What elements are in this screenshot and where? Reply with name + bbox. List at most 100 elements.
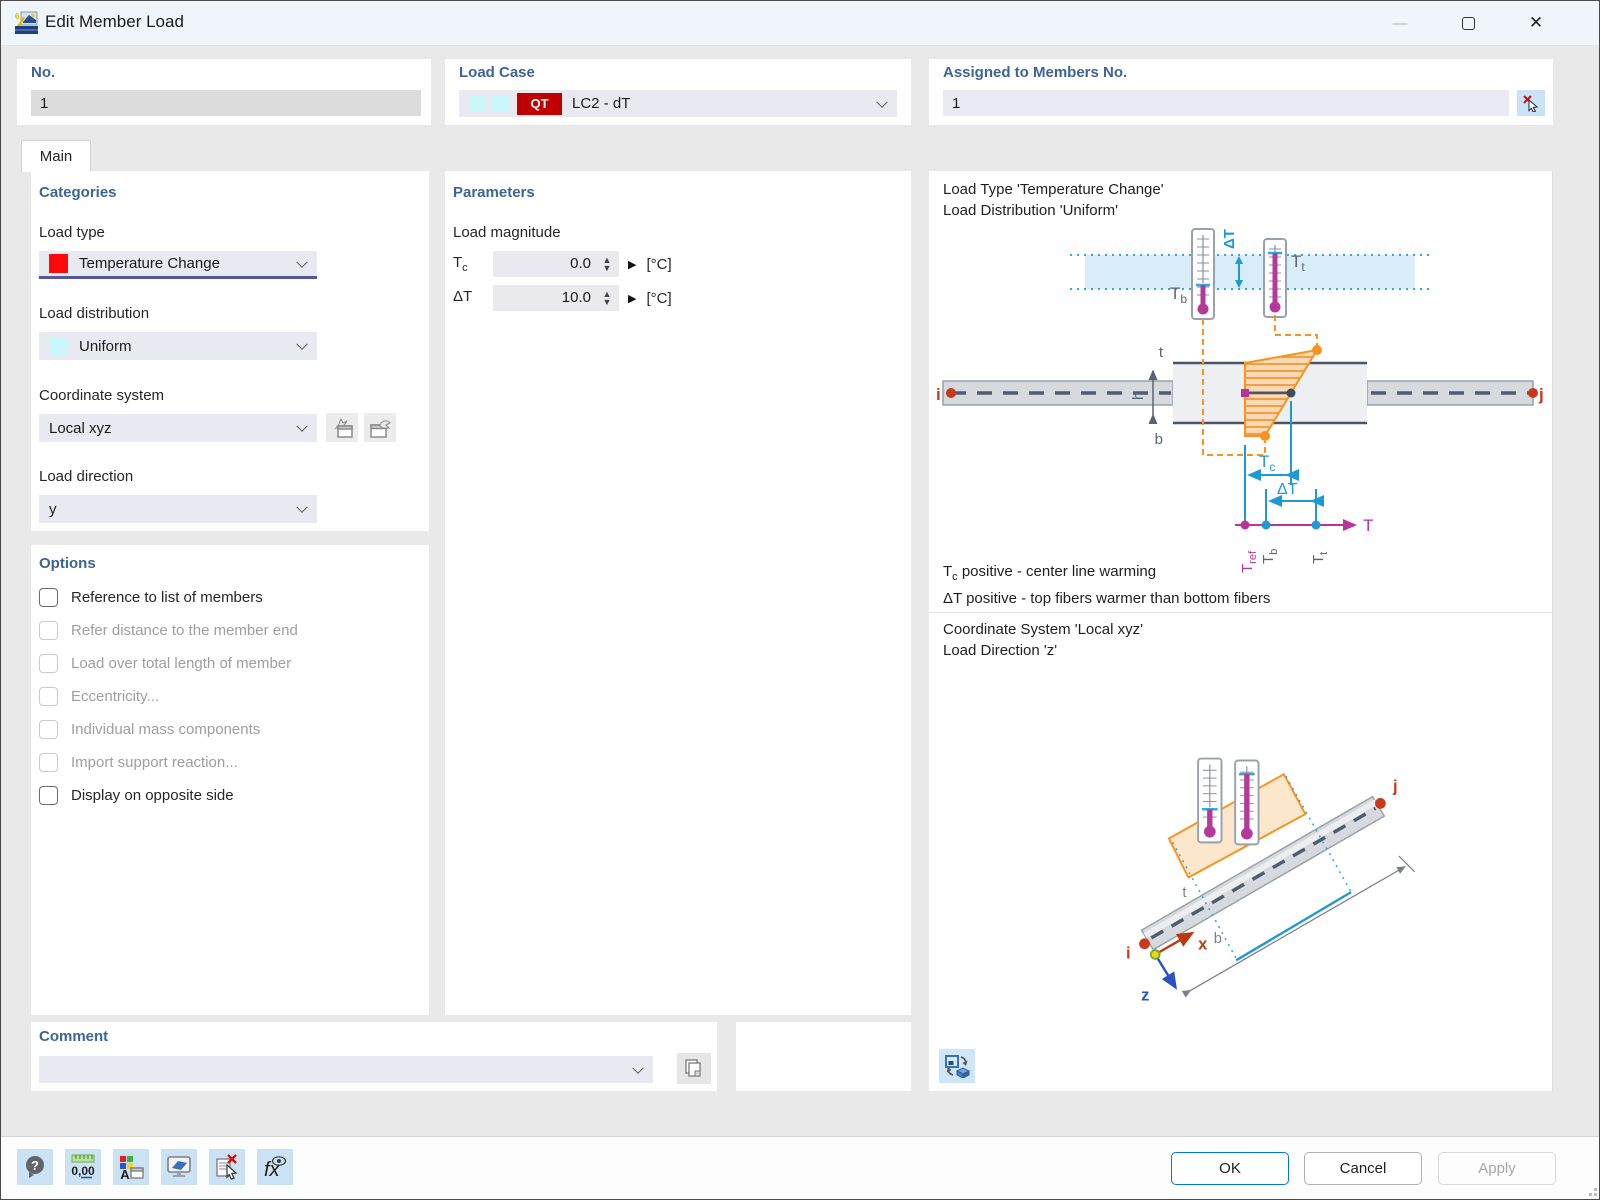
preview-load-direction-text: Load Direction 'z' xyxy=(943,640,1143,661)
title-bar: 6 Edit Member Load — ✕ xyxy=(1,1,1599,46)
options-title: Options xyxy=(39,555,96,572)
rendering-button[interactable] xyxy=(161,1149,197,1185)
display-settings-button[interactable]: A xyxy=(113,1149,149,1185)
load-direction-select[interactable]: y xyxy=(39,495,317,523)
load-case-swatch-1 xyxy=(469,95,486,112)
option-label: Refer distance to the member end xyxy=(71,622,298,639)
load-distribution-label: Load distribution xyxy=(39,305,149,322)
delete-pick-icon xyxy=(213,1153,241,1181)
preview-coordinate-system-text: Coordinate System 'Local xyz' xyxy=(943,619,1143,640)
coordinate-system-label: Coordinate system xyxy=(39,387,164,404)
delta-t-band-label: ΔT xyxy=(1221,229,1238,249)
tc-input[interactable]: 0.0 ▲▼ xyxy=(493,251,619,277)
ok-button[interactable]: OK xyxy=(1171,1152,1289,1185)
tc-detail-arrow[interactable]: ▶ xyxy=(628,258,636,271)
preview-divider xyxy=(929,612,1552,613)
checkbox[interactable] xyxy=(39,588,58,607)
formula-icon: fx xyxy=(261,1153,289,1181)
load-case-type-badge: QT xyxy=(517,93,562,115)
option-refer-distance: Refer distance to the member end xyxy=(39,621,421,640)
tc-spinner[interactable]: ▲▼ xyxy=(600,252,614,276)
new-coordinate-system-button[interactable] xyxy=(326,413,358,442)
z-axis-label: z xyxy=(1141,985,1149,1004)
option-display-opposite-side[interactable]: Display on opposite side xyxy=(39,786,421,805)
assigned-members-label: Assigned to Members No. xyxy=(943,64,1127,81)
b-label: b xyxy=(1214,931,1222,947)
preview-panel: Load Type 'Temperature Change' Load Dist… xyxy=(929,171,1553,1091)
tab-main[interactable]: Main xyxy=(21,140,91,172)
coordinate-system-select[interactable]: Local xyz xyxy=(39,414,317,442)
thermometer-icon xyxy=(1198,759,1221,843)
pages-icon xyxy=(683,1058,705,1080)
help-button[interactable]: ? xyxy=(17,1149,53,1185)
cancel-label: Cancel xyxy=(1340,1160,1387,1177)
t-axis-label: T xyxy=(1363,516,1373,535)
load-distribution-swatch xyxy=(49,337,68,356)
units-icon-text: 0,00 xyxy=(71,1164,95,1178)
edit-coordinate-system-button[interactable] xyxy=(364,413,396,442)
dt-label: ΔT xyxy=(453,288,479,308)
thermometer-icon xyxy=(1235,761,1258,845)
load-magnitude-label: Load magnitude xyxy=(453,224,561,241)
coordinate-system-value: Local xyz xyxy=(49,420,112,437)
new-window-icon xyxy=(330,417,354,439)
no-label: No. xyxy=(31,64,55,81)
footer-bar: ? 0,00 A xyxy=(1,1136,1600,1200)
b-label: b xyxy=(1155,431,1163,448)
svg-text:6: 6 xyxy=(15,12,20,21)
preview-load-type-text: Load Type 'Temperature Change' xyxy=(943,179,1164,200)
thermometer-top-icon xyxy=(1264,239,1286,317)
checkbox[interactable] xyxy=(39,786,58,805)
parameters-title: Parameters xyxy=(453,184,535,201)
units-settings-button[interactable]: 0,00 xyxy=(65,1149,101,1185)
load-type-select[interactable]: Temperature Change xyxy=(39,251,317,279)
formula-button[interactable]: fx xyxy=(257,1149,293,1185)
apply-label: Apply xyxy=(1478,1160,1516,1177)
comment-combobox[interactable] xyxy=(39,1056,653,1083)
tab-main-label: Main xyxy=(40,148,73,165)
option-reference-to-list[interactable]: Reference to list of members xyxy=(39,588,421,607)
dt-spinner[interactable]: ▲▼ xyxy=(600,286,614,310)
parameter-row-dt: ΔT 10.0 ▲▼ ▶ [°C] xyxy=(453,284,672,312)
tc-value: 0.0 xyxy=(570,255,591,272)
edit-window-icon xyxy=(368,417,392,439)
cancel-button[interactable]: Cancel xyxy=(1304,1152,1422,1185)
delete-load-button[interactable] xyxy=(209,1149,245,1185)
assigned-members-group: Assigned to Members No. 1 xyxy=(929,59,1553,125)
minimize-button: — xyxy=(1377,1,1423,45)
dt-value: 10.0 xyxy=(562,289,591,306)
dt-unit: [°C] xyxy=(646,290,671,307)
h-label: h xyxy=(1130,392,1147,400)
assigned-members-value: 1 xyxy=(952,95,960,112)
dt-detail-arrow[interactable]: ▶ xyxy=(628,292,636,305)
svg-text:A: A xyxy=(120,1167,130,1181)
dt-input[interactable]: 10.0 ▲▼ xyxy=(493,285,619,311)
app-icon: 6 xyxy=(13,10,40,37)
load-direction-value: y xyxy=(49,501,57,518)
checkbox xyxy=(39,654,58,673)
copy-comment-button[interactable] xyxy=(677,1053,711,1084)
apply-button: Apply xyxy=(1438,1152,1556,1185)
x-axis-label: x xyxy=(1198,935,1208,954)
chevron-down-icon xyxy=(296,339,307,350)
assigned-members-input[interactable]: 1 xyxy=(943,90,1509,116)
note-tc: Tc positive - center line warming xyxy=(943,561,1270,588)
load-distribution-select[interactable]: Uniform xyxy=(39,332,317,360)
option-label: Import support reaction... xyxy=(71,754,238,771)
select-members-button[interactable] xyxy=(1517,90,1545,116)
checkbox xyxy=(39,720,58,739)
load-case-select[interactable]: QT LC2 - dT xyxy=(459,90,897,117)
resize-grip[interactable] xyxy=(1585,1184,1597,1196)
chevron-down-icon xyxy=(876,96,887,107)
tt-axis-label: Tt xyxy=(1310,552,1330,564)
categories-title: Categories xyxy=(39,184,117,201)
chevron-down-icon xyxy=(632,1062,643,1073)
dt-dim-label: ΔT xyxy=(1277,481,1298,498)
units-icon: 0,00 xyxy=(69,1153,97,1181)
option-label: Individual mass components xyxy=(71,721,260,738)
edit-member-load-dialog: 6 Edit Member Load — ✕ No. 1 Load Case Q… xyxy=(0,0,1600,1200)
toggle-preview-button[interactable] xyxy=(939,1049,975,1083)
close-button[interactable]: ✕ xyxy=(1513,1,1559,45)
note-dt: ΔT positive - top fibers warmer than bot… xyxy=(943,588,1270,609)
maximize-button[interactable] xyxy=(1445,1,1491,45)
